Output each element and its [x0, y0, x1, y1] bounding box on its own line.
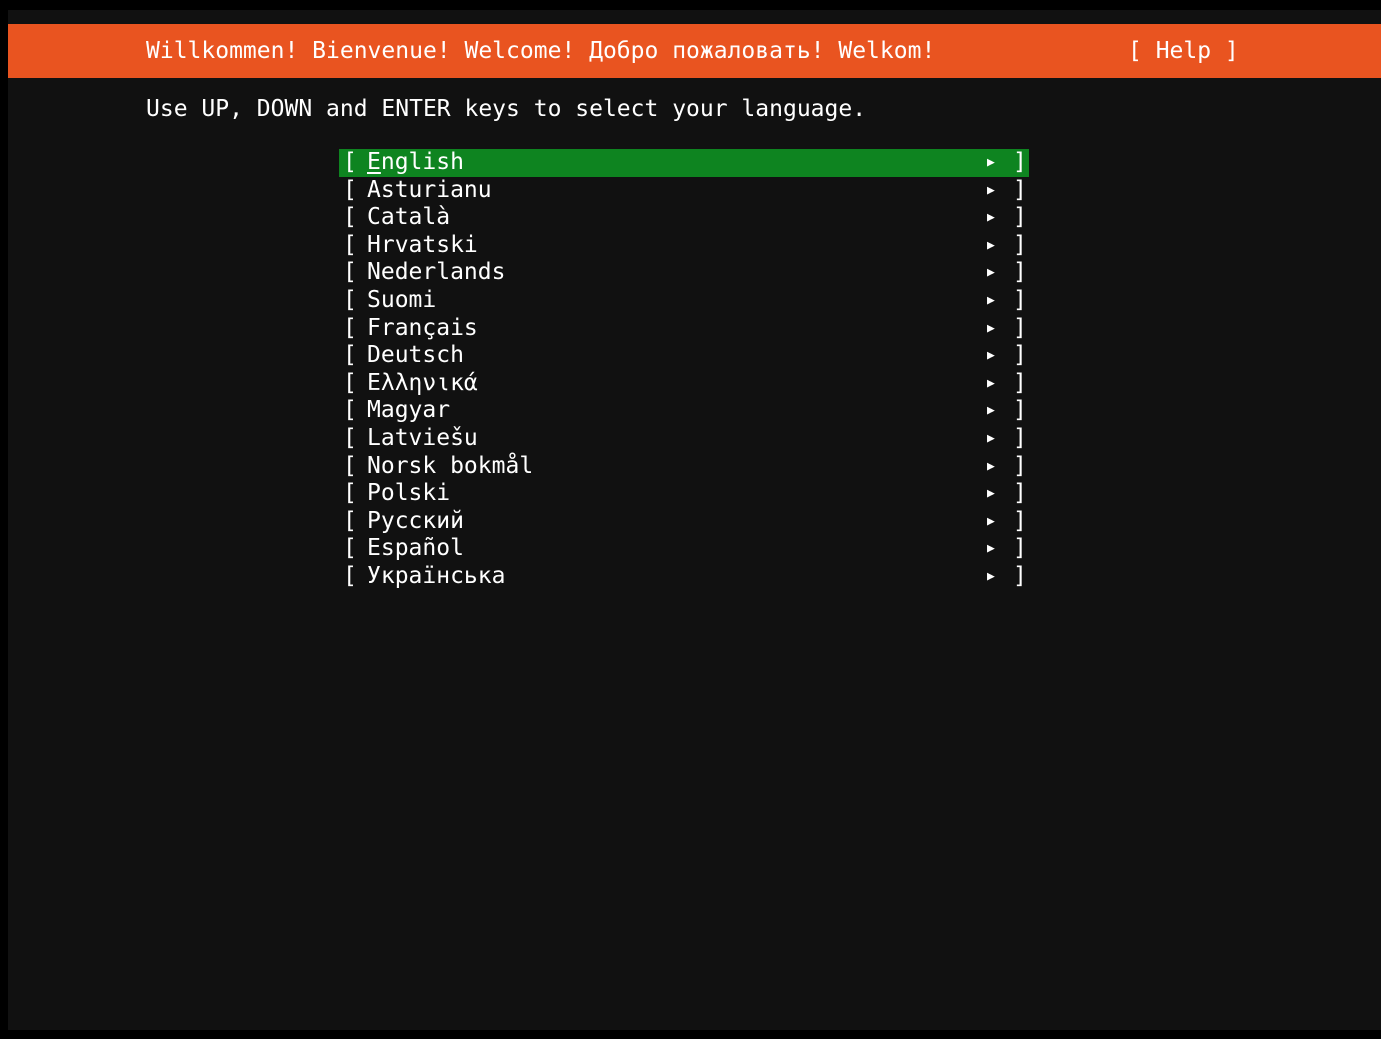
bracket-close: ]	[1013, 149, 1027, 175]
bracket-open: [	[343, 204, 357, 231]
bracket-close: ]	[1013, 342, 1027, 369]
submenu-arrow-icon: ▶	[987, 375, 995, 391]
language-label: Magyar	[367, 397, 451, 424]
bracket-close: ]	[1013, 176, 1027, 203]
language-option[interactable]: [ Hrvatski ▶]	[339, 232, 1029, 260]
bracket-close: ]	[1013, 535, 1027, 562]
language-option[interactable]: [ Ελληνικά ▶]	[339, 370, 1029, 398]
submenu-arrow-icon: ▶	[987, 458, 995, 474]
language-option[interactable]: [ Nederlands ▶]	[339, 259, 1029, 287]
text-cursor: E	[367, 149, 381, 175]
language-list: [ English ▶] [ Asturianu ▶] [ Català ▶] [ Hrvatski…	[339, 149, 1029, 591]
bracket-open: [	[343, 480, 357, 507]
bracket-close: ]	[1013, 507, 1027, 534]
submenu-arrow-icon: ▶	[987, 541, 995, 557]
language-label: English	[367, 149, 464, 175]
bracket-open: [	[343, 314, 357, 341]
language-label: Français	[367, 314, 478, 341]
language-option[interactable]: [ Українська ▶]	[339, 563, 1029, 591]
submenu-arrow-icon: ▶	[987, 348, 995, 364]
bracket-open: [	[343, 286, 357, 313]
language-option[interactable]: [ Asturianu ▶]	[339, 177, 1029, 205]
submenu-arrow-icon: ▶	[987, 155, 995, 170]
bracket-open: [	[343, 397, 357, 424]
language-label: Українська	[367, 562, 506, 589]
submenu-arrow-icon: ▶	[987, 210, 995, 226]
language-label: Ελληνικά	[367, 369, 478, 396]
language-label: Polski	[367, 480, 451, 507]
bracket-close: ]	[1013, 259, 1027, 286]
bracket-close: ]	[1013, 314, 1027, 341]
submenu-arrow-icon: ▶	[987, 513, 995, 529]
language-label: Norsk bokmål	[367, 452, 534, 479]
bracket-close: ]	[1013, 452, 1027, 479]
language-label: Español	[367, 535, 464, 562]
header-bar: Willkommen! Bienvenue! Welcome! Добро по…	[8, 24, 1381, 78]
language-option[interactable]: [ Magyar ▶]	[339, 397, 1029, 425]
submenu-arrow-icon: ▶	[987, 430, 995, 446]
language-option[interactable]: [ Français ▶]	[339, 315, 1029, 343]
bracket-close: ]	[1013, 369, 1027, 396]
language-option[interactable]: [ Català ▶]	[339, 204, 1029, 232]
language-label: Suomi	[367, 286, 437, 313]
bracket-close: ]	[1013, 204, 1027, 231]
bracket-open: [	[343, 369, 357, 396]
submenu-arrow-icon: ▶	[987, 182, 995, 198]
language-option[interactable]: [ Deutsch ▶]	[339, 342, 1029, 370]
bracket-open: [	[343, 452, 357, 479]
bracket-close: ]	[1013, 480, 1027, 507]
language-option[interactable]: [ Polski ▶]	[339, 480, 1029, 508]
bracket-open: [	[343, 342, 357, 369]
bracket-open: [	[343, 562, 357, 589]
language-option[interactable]: [ Suomi ▶]	[339, 287, 1029, 315]
language-label: Русский	[367, 507, 464, 534]
bracket-close: ]	[1013, 424, 1027, 451]
help-button[interactable]: [ Help ]	[1128, 24, 1239, 78]
language-option[interactable]: [ Norsk bokmål ▶]	[339, 453, 1029, 481]
installer-screen: Willkommen! Bienvenue! Welcome! Добро по…	[8, 10, 1381, 1030]
bracket-open: [	[343, 535, 357, 562]
welcome-title: Willkommen! Bienvenue! Welcome! Добро по…	[146, 38, 936, 64]
submenu-arrow-icon: ▶	[987, 265, 995, 281]
bracket-open: [	[343, 424, 357, 451]
bracket-open: [	[343, 176, 357, 203]
language-label: Català	[367, 204, 451, 231]
bracket-open: [	[343, 259, 357, 286]
language-label: Deutsch	[367, 342, 464, 369]
bracket-close: ]	[1013, 562, 1027, 589]
instructions-text: Use UP, DOWN and ENTER keys to select yo…	[146, 96, 867, 122]
bracket-close: ]	[1013, 397, 1027, 424]
language-label: Asturianu	[367, 176, 492, 203]
submenu-arrow-icon: ▶	[987, 320, 995, 336]
language-option[interactable]: [ Español ▶]	[339, 535, 1029, 563]
language-option[interactable]: [ Русский ▶]	[339, 508, 1029, 536]
language-option[interactable]: [ English ▶]	[339, 149, 1029, 177]
language-label: Latviešu	[367, 424, 478, 451]
submenu-arrow-icon: ▶	[987, 292, 995, 308]
language-label: Nederlands	[367, 259, 506, 286]
bracket-open: [	[343, 507, 357, 534]
language-option[interactable]: [ Latviešu ▶]	[339, 425, 1029, 453]
submenu-arrow-icon: ▶	[987, 568, 995, 584]
bracket-close: ]	[1013, 231, 1027, 258]
submenu-arrow-icon: ▶	[987, 403, 995, 419]
bracket-close: ]	[1013, 286, 1027, 313]
language-label: Hrvatski	[367, 231, 478, 258]
submenu-arrow-icon: ▶	[987, 237, 995, 253]
submenu-arrow-icon: ▶	[987, 486, 995, 502]
bracket-open: [	[343, 149, 357, 175]
bracket-open: [	[343, 231, 357, 258]
